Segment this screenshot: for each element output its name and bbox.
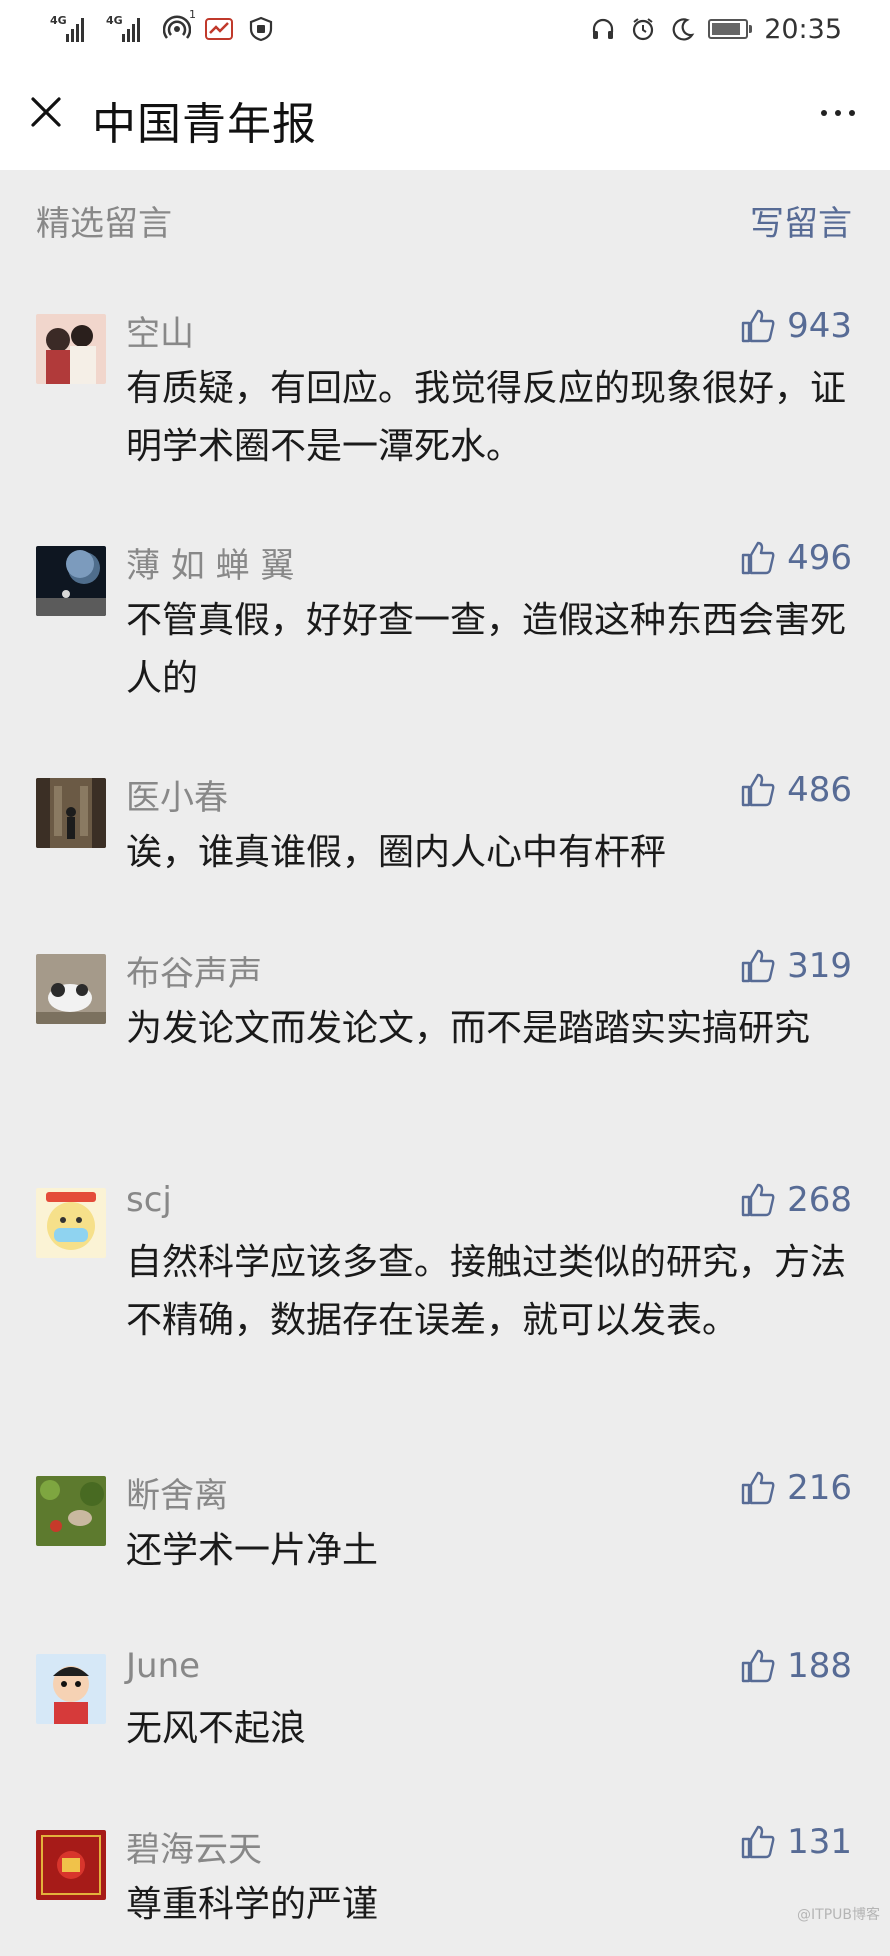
thumbs-up-icon	[741, 1825, 775, 1859]
avatar[interactable]	[36, 1476, 106, 1546]
thumbs-up-icon	[741, 309, 775, 343]
comment-content: 不管真假，好好查一查，造假这种东西会害死人的	[126, 600, 847, 699]
hotspot-badge: 1	[189, 8, 196, 21]
comment-nickname: 医小春	[126, 778, 228, 818]
comment-content: 自然科学应该多查。接触过类似的研究，方法不精确，数据存在误差，就可以发表。	[126, 1242, 847, 1341]
like-count: 486	[787, 770, 852, 810]
comment-item: 断舍离 216 还学术一片净土	[0, 1462, 890, 1640]
avatar[interactable]	[36, 546, 106, 616]
like-button[interactable]: 188	[739, 1646, 852, 1686]
like-button[interactable]: 496	[739, 538, 852, 578]
like-button[interactable]: 943	[739, 306, 852, 346]
comment-content: 还学术一片净土	[126, 1530, 379, 1571]
thumbs-up-icon	[741, 949, 775, 983]
comment-nickname: 碧海云天	[126, 1830, 262, 1870]
network-type-label-2: 4G	[106, 14, 123, 27]
thumbs-up-icon	[741, 541, 775, 575]
write-comment-link[interactable]: 写留言	[750, 196, 852, 245]
more-dot-icon	[849, 110, 855, 116]
status-right: 20:35	[588, 12, 842, 46]
status-bar: 4G 4G 1 20:35	[0, 0, 890, 58]
page-title: 中国青年报	[92, 99, 317, 150]
comment-list: 空山 943 有质疑，有回应。我觉得反应的现象很好，证明学术圈不是一潭死水。 薄…	[0, 300, 890, 1956]
comment-item: 医小春 486 诶，谁真谁假，圈内人心中有杆秤	[0, 764, 890, 940]
comment-item: 薄 如 蝉 翼 496 不管真假，好好查一查，造假这种东西会害死人的	[0, 532, 890, 764]
close-button[interactable]	[22, 88, 70, 136]
like-button[interactable]: 131	[739, 1822, 852, 1862]
comment-content: 有质疑，有回应。我觉得反应的现象很好，证明学术圈不是一潭死水。	[126, 368, 847, 467]
like-button[interactable]: 216	[739, 1468, 852, 1508]
comment-content: 为发论文而发论文，而不是踏踏实实搞研究	[126, 1008, 811, 1049]
signal-icon-2: 4G	[106, 14, 150, 44]
more-dot-icon	[835, 110, 841, 116]
watermark: @ITPUB博客	[797, 1907, 880, 1923]
thumbs-up-icon	[741, 1183, 775, 1217]
comment-nickname: 布谷声声	[126, 954, 262, 994]
network-type-label: 4G	[50, 14, 67, 27]
comment-item: 碧海云天 131 尊重科学的严谨	[0, 1816, 890, 1956]
status-time: 20:35	[764, 13, 842, 45]
comment-nickname: June	[126, 1646, 201, 1686]
app-notification-icon	[204, 14, 234, 44]
avatar[interactable]	[36, 1188, 106, 1258]
comment-item: 空山 943 有质疑，有回应。我觉得反应的现象很好，证明学术圈不是一潭死水。	[0, 300, 890, 532]
featured-comments-title: 精选留言	[36, 204, 172, 244]
more-options-button[interactable]	[808, 88, 868, 138]
comment-nickname: 空山	[126, 314, 194, 354]
signal-icon: 4G	[50, 14, 94, 44]
like-count: 496	[787, 538, 852, 578]
top-nav-bar: 中国青年报	[0, 58, 890, 170]
like-button[interactable]: 486	[739, 770, 852, 810]
avatar[interactable]	[36, 778, 106, 848]
security-shield-icon	[246, 14, 276, 44]
like-count: 268	[787, 1180, 852, 1220]
featured-comments-header: 精选留言 写留言	[0, 190, 890, 250]
like-count: 131	[787, 1822, 852, 1862]
headphones-icon	[588, 14, 618, 44]
avatar[interactable]	[36, 1830, 106, 1900]
status-left: 4G 4G 1	[50, 8, 276, 46]
alarm-icon	[628, 14, 658, 44]
avatar[interactable]	[36, 1654, 106, 1724]
thumbs-up-icon	[741, 1649, 775, 1683]
comment-nickname: 断舍离	[126, 1476, 228, 1516]
do-not-disturb-moon-icon	[668, 14, 698, 44]
like-count: 188	[787, 1646, 852, 1686]
comment-item: 布谷声声 319 为发论文而发论文，而不是踏踏实实搞研究	[0, 940, 890, 1174]
comment-content: 尊重科学的严谨	[126, 1884, 379, 1925]
thumbs-up-icon	[741, 1471, 775, 1505]
more-dot-icon	[821, 110, 827, 116]
comment-nickname: scj	[126, 1180, 172, 1220]
comment-item: scj 268 自然科学应该多查。接触过类似的研究，方法不精确，数据存在误差，就…	[0, 1174, 890, 1462]
like-count: 216	[787, 1468, 852, 1508]
like-count: 943	[787, 306, 852, 346]
like-count: 319	[787, 946, 852, 986]
comment-content: 无风不起浪	[126, 1708, 307, 1749]
battery-icon	[708, 19, 753, 39]
comment-content: 诶，谁真谁假，圈内人心中有杆秤	[126, 832, 667, 873]
hotspot-icon: 1	[162, 8, 196, 44]
avatar[interactable]	[36, 954, 106, 1024]
like-button[interactable]: 319	[739, 946, 852, 986]
like-button[interactable]: 268	[739, 1180, 852, 1220]
avatar[interactable]	[36, 314, 106, 384]
comment-nickname: 薄 如 蝉 翼	[126, 546, 295, 586]
comment-item: June 188 无风不起浪	[0, 1640, 890, 1816]
close-icon	[31, 97, 61, 127]
thumbs-up-icon	[741, 773, 775, 807]
